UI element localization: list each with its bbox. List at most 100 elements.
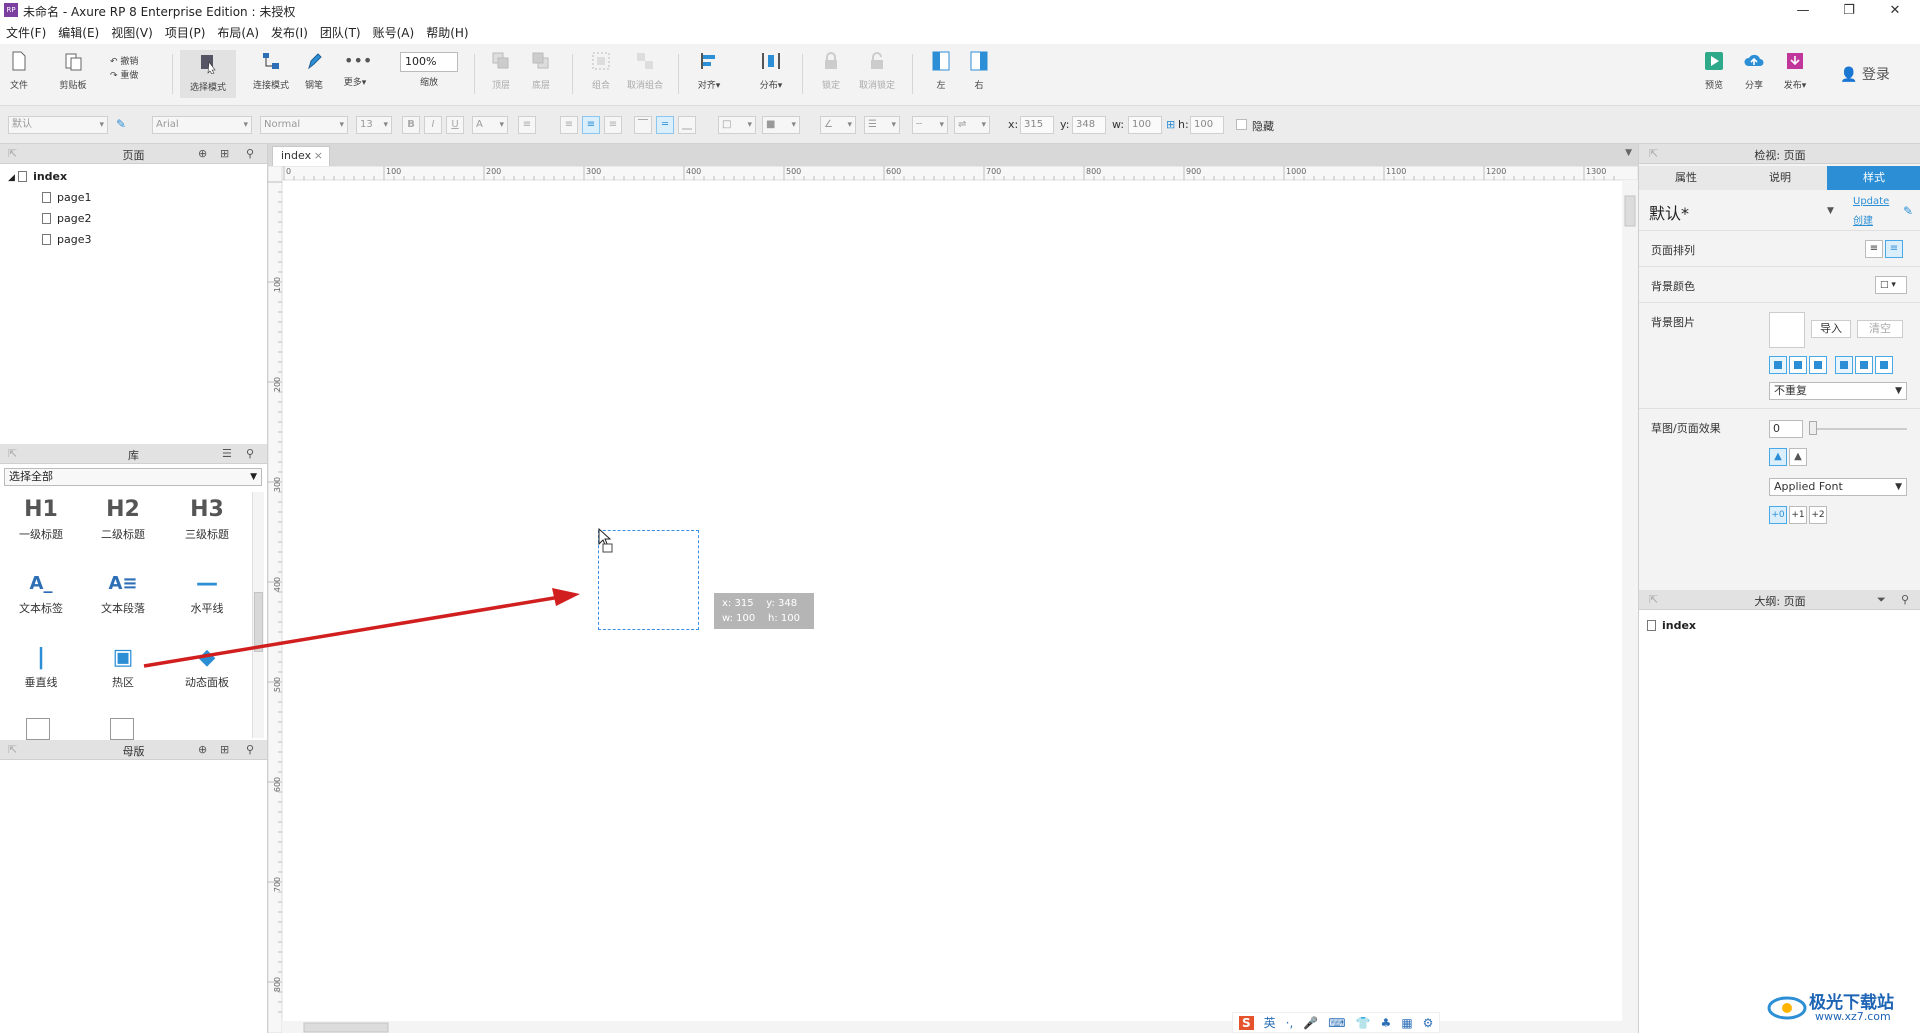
line-color-select[interactable]: ∠ [820, 116, 856, 134]
align-left-page-icon[interactable]: ≡ [1865, 240, 1883, 258]
bring-top-button[interactable]: 顶层 [488, 50, 514, 91]
font-weight-select[interactable]: Normal [260, 116, 348, 134]
update-style-link[interactable]: Update [1853, 196, 1889, 207]
add-folder-icon[interactable]: ⊞ [220, 743, 229, 756]
search-icon[interactable]: ⚲ [1901, 593, 1909, 606]
valign-middle-icon[interactable]: ═ [656, 116, 674, 134]
font-size-select[interactable]: 13 [356, 116, 392, 134]
widget-text-label[interactable]: A_ 文本标签 [6, 568, 76, 616]
create-style-link[interactable]: 创建 [1853, 212, 1873, 227]
widget-h2[interactable]: H2 二级标题 [88, 494, 158, 542]
tab-notes[interactable]: 说明 [1733, 166, 1827, 190]
search-icon[interactable]: ⚲ [246, 743, 254, 756]
style-dropdown-icon[interactable]: ▼ [1827, 206, 1834, 216]
ime-logo-icon[interactable]: S [1239, 1015, 1254, 1030]
align-right-icon[interactable]: ≡ [604, 116, 622, 134]
zoom-control[interactable]: 100% 缩放 [400, 52, 458, 88]
tab-properties[interactable]: 属性 [1639, 166, 1733, 190]
menu-edit[interactable]: 编辑(E) [52, 22, 105, 44]
bg-align-middle-center-icon[interactable] [1855, 356, 1873, 374]
page-tree-item[interactable]: page2 [42, 212, 91, 225]
style-edit-icon[interactable]: ✎ [116, 117, 126, 131]
fill-color-select[interactable]: □ [718, 116, 756, 134]
connect-mode-button[interactable]: 连接模式 [250, 50, 292, 91]
arrow-style-select[interactable]: ⇌ [954, 116, 990, 134]
widget-hotspot[interactable]: ▣ 热区 [88, 642, 158, 690]
ime-punctuation-icon[interactable]: ·, [1286, 1016, 1294, 1030]
tab-index[interactable]: index × [272, 146, 330, 166]
pen-button[interactable]: 钢笔 [302, 50, 326, 91]
menu-project[interactable]: 项目(P) [159, 22, 212, 44]
close-button[interactable]: ✕ [1872, 0, 1918, 22]
publish-button[interactable]: 发布▾ [1780, 50, 1810, 91]
tab-menu-chevron-icon[interactable]: ▼ [1625, 148, 1632, 158]
bg-align-middle-left-icon[interactable] [1835, 356, 1853, 374]
widget-h1[interactable]: H1 一级标题 [6, 494, 76, 542]
sketch-slider-track[interactable] [1809, 428, 1907, 430]
style-manage-icon[interactable]: ✎ [1903, 204, 1913, 218]
font-select[interactable]: Arial [152, 116, 252, 134]
bg-color-picker[interactable]: □ ▾ [1875, 276, 1907, 294]
font-step-1-button[interactable]: +1 [1789, 506, 1807, 524]
maximize-button[interactable]: ❐ [1826, 0, 1872, 22]
file-button[interactable]: 文件 [8, 50, 30, 91]
select-mode-button[interactable]: 选择模式 [180, 50, 236, 98]
color-image-icon[interactable]: ▲ [1769, 448, 1787, 466]
group-button[interactable]: 组合 [588, 50, 614, 91]
expand-arrow-icon[interactable]: ◢ [8, 173, 18, 183]
underline-button[interactable]: U [446, 116, 464, 134]
distribute-button[interactable]: 分布▾ [756, 50, 786, 91]
align-left-icon[interactable]: ≡ [560, 116, 578, 134]
valign-bottom-icon[interactable]: ⎽ [678, 116, 696, 134]
minimize-button[interactable]: — [1780, 0, 1826, 22]
style-select[interactable]: 默认 [8, 116, 108, 134]
clear-button[interactable]: 清空 [1857, 320, 1903, 338]
widget-text-paragraph[interactable]: A≡ 文本段落 [88, 568, 158, 616]
clipboard-button[interactable]: 剪贴板 [58, 50, 88, 91]
page-tree-root[interactable]: ◢ index [8, 170, 67, 183]
send-bottom-button[interactable]: 底层 [528, 50, 554, 91]
line-width-select[interactable]: ☰ [864, 116, 900, 134]
widget-h3[interactable]: H3 三级标题 [172, 494, 242, 542]
shadow-select[interactable]: ■ [762, 116, 800, 134]
outline-item[interactable]: index [1647, 619, 1696, 632]
menu-account[interactable]: 账号(A) [367, 22, 421, 44]
bullet-list-icon[interactable]: ≡ [518, 116, 536, 134]
bg-align-middle-right-icon[interactable] [1875, 356, 1893, 374]
redo-button[interactable]: ↷ 重做 [110, 68, 150, 81]
add-folder-icon[interactable]: ⊞ [220, 147, 229, 160]
x-input[interactable]: 315 [1020, 116, 1054, 134]
bold-button[interactable]: B [402, 116, 420, 134]
login-button[interactable]: 👤 登录 [1840, 64, 1900, 84]
ime-language-toggle[interactable]: 英 [1264, 1014, 1276, 1031]
ime-tools-icon[interactable]: ♣ [1381, 1016, 1392, 1030]
widget-dynamic-panel[interactable]: ◆ 动态面板 [172, 642, 242, 690]
ime-keyboard-icon[interactable]: ⌨ [1328, 1016, 1345, 1030]
bg-align-top-left-icon[interactable] [1769, 356, 1787, 374]
w-input[interactable]: 100 [1128, 116, 1162, 134]
italic-button[interactable]: I [424, 116, 442, 134]
library-filter-select[interactable]: 选择全部 ▼ [4, 468, 262, 486]
page-tree-item[interactable]: page3 [42, 233, 91, 246]
table-widget-icon[interactable] [26, 718, 50, 740]
grayscale-image-icon[interactable]: ▲ [1789, 448, 1807, 466]
zoom-select[interactable]: 100% [400, 52, 458, 72]
menu-view[interactable]: 视图(V) [105, 22, 159, 44]
scrollbar-thumb[interactable] [254, 592, 263, 652]
import-button[interactable]: 导入 [1811, 320, 1851, 338]
lock-ratio-icon[interactable]: ⊞ [1166, 118, 1175, 131]
grid-widget-icon[interactable] [110, 718, 134, 740]
unlock-button[interactable]: 取消锁定 [856, 50, 898, 91]
hidden-checkbox[interactable] [1236, 119, 1247, 130]
font-color-select[interactable]: A [472, 116, 508, 134]
align-center-icon[interactable]: ≡ [582, 116, 600, 134]
preview-button[interactable]: 预览 [1700, 50, 1728, 91]
sketch-input[interactable]: 0 [1769, 420, 1803, 438]
right-panel-toggle[interactable]: 右 [966, 50, 992, 91]
widget-vertical-line[interactable]: | 垂直线 [6, 642, 76, 690]
valign-top-icon[interactable]: ⎺ [634, 116, 652, 134]
add-page-icon[interactable]: ⊕ [198, 147, 207, 160]
bg-align-top-center-icon[interactable] [1789, 356, 1807, 374]
more-button[interactable]: ••• 更多▾ [340, 50, 373, 88]
menu-file[interactable]: 文件(F) [0, 22, 52, 44]
